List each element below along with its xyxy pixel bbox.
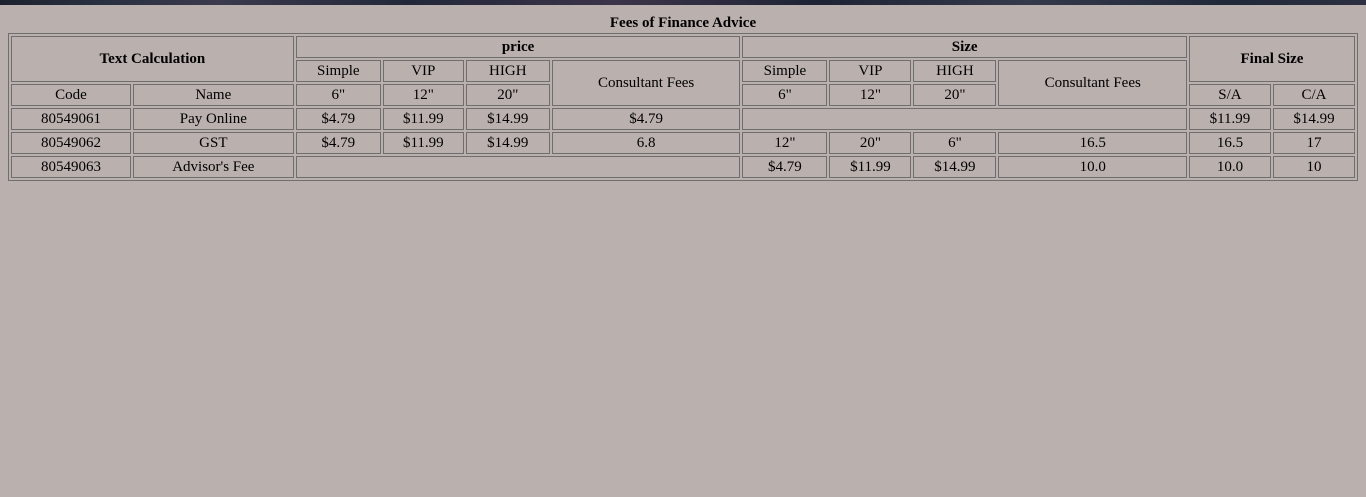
header-price-six: 6" <box>295 84 381 106</box>
row-size-empty <box>742 108 1187 130</box>
row-final-sa: $11.99 <box>1188 108 1271 130</box>
table-caption: Fees of Finance Advice <box>609 15 757 31</box>
row-size-consultant: 16.5 <box>998 132 1187 154</box>
window-top-strip <box>0 0 1366 5</box>
header-size: Size <box>742 36 1187 58</box>
row-price-empty <box>295 156 741 178</box>
header-name: Name <box>132 84 294 106</box>
row-size-consultant: 10.0 <box>998 156 1187 178</box>
row-price-simple: $4.79 <box>295 108 381 130</box>
header-size-twenty: 20" <box>913 84 997 106</box>
header-size-consultant-fees: Consultant Fees <box>998 60 1187 106</box>
row-final-ca: $14.99 <box>1272 108 1355 130</box>
row-name: GST <box>132 132 294 154</box>
row-price-high: $14.99 <box>465 132 550 154</box>
header-price-simple: Simple <box>295 60 381 82</box>
header-price-twelve: 12" <box>382 84 464 106</box>
header-price-vip: VIP <box>382 60 464 82</box>
header-text-calculation: Text Calculation <box>11 36 294 82</box>
row-final-sa: 16.5 <box>1188 132 1271 154</box>
row-price-simple: $4.79 <box>295 132 381 154</box>
header-code: Code <box>11 84 131 106</box>
row-size-high: $14.99 <box>913 156 997 178</box>
row-name: Pay Online <box>132 108 294 130</box>
table-row: 80549062 GST $4.79 $11.99 $14.99 6.8 12"… <box>11 132 1355 154</box>
row-size-vip: 20" <box>829 132 912 154</box>
row-size-simple: 12" <box>742 132 828 154</box>
header-final-sa: S/A <box>1188 84 1271 106</box>
row-name: Advisor's Fee <box>132 156 294 178</box>
header-price-twenty: 20" <box>465 84 550 106</box>
header-size-simple: Simple <box>742 60 828 82</box>
fees-table: Text Calculation price Size Final Size S… <box>8 33 1358 181</box>
row-final-sa: 10.0 <box>1188 156 1271 178</box>
row-size-vip: $11.99 <box>829 156 912 178</box>
header-size-twelve: 12" <box>829 84 912 106</box>
row-price-consultant: 6.8 <box>551 132 741 154</box>
header-price: price <box>295 36 741 58</box>
header-final-ca: C/A <box>1272 84 1355 106</box>
header-price-high: HIGH <box>465 60 550 82</box>
row-code: 80549061 <box>11 108 131 130</box>
row-size-simple: $4.79 <box>742 156 828 178</box>
row-size-high: 6" <box>913 132 997 154</box>
row-code: 80549062 <box>11 132 131 154</box>
header-size-six: 6" <box>742 84 828 106</box>
row-price-vip: $11.99 <box>382 132 464 154</box>
row-final-ca: 10 <box>1272 156 1355 178</box>
table-row: 80549063 Advisor's Fee $4.79 $11.99 $14.… <box>11 156 1355 178</box>
row-price-consultant: $4.79 <box>551 108 741 130</box>
header-size-high: HIGH <box>913 60 997 82</box>
header-row-1: Text Calculation price Size Final Size <box>11 36 1355 82</box>
row-price-high: $14.99 <box>465 108 550 130</box>
header-final-size: Final Size <box>1188 36 1355 82</box>
row-price-vip: $11.99 <box>382 108 464 130</box>
row-code: 80549063 <box>11 156 131 178</box>
header-size-vip: VIP <box>829 60 912 82</box>
row-final-ca: 17 <box>1272 132 1355 154</box>
header-price-consultant-fees: Consultant Fees <box>551 60 741 106</box>
table-row: 80549061 Pay Online $4.79 $11.99 $14.99 … <box>11 108 1355 130</box>
